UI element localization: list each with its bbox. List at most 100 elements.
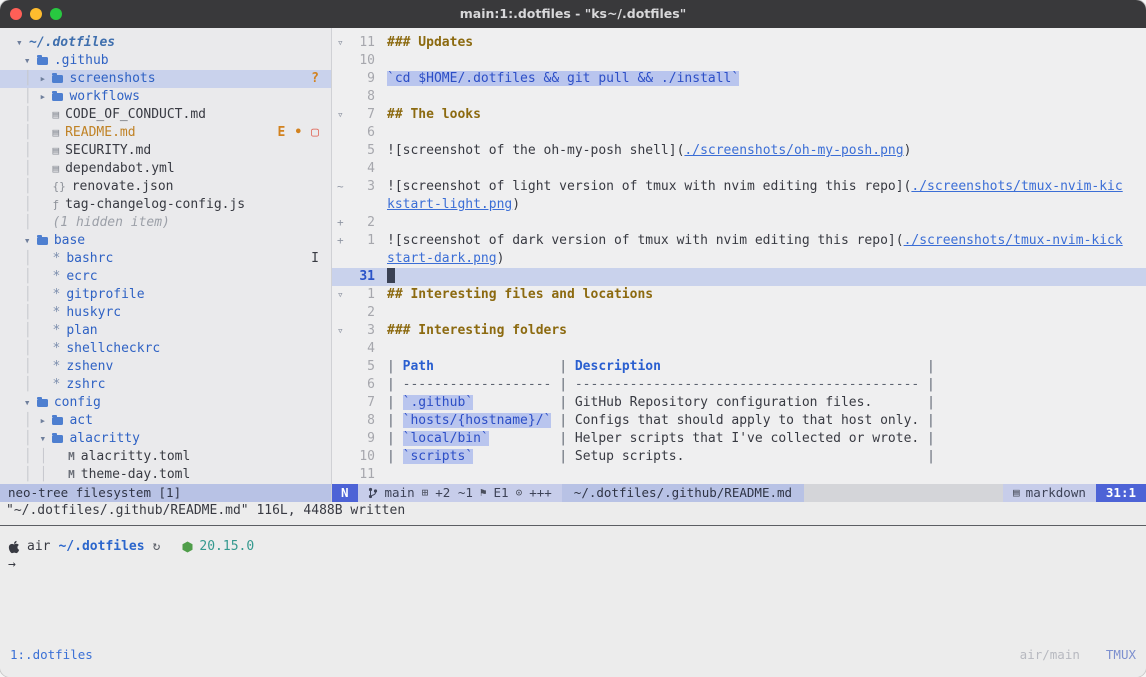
tree-item-dotfiles[interactable]: ▾~/.dotfiles: [0, 34, 331, 52]
line-number: 9: [349, 70, 375, 88]
link-text[interactable]: ./screenshots/tmux-nvim-kic: [911, 179, 1122, 194]
tmux-window-item[interactable]: 1:.dotfiles: [10, 646, 93, 664]
expander-closed-icon[interactable]: ▸: [39, 70, 52, 88]
editor-lines[interactable]: ▿11### Updates 10 9`cd $HOME/.dotfiles &…: [332, 28, 1146, 484]
editor-line[interactable]: 9`cd $HOME/.dotfiles && git pull && ./in…: [332, 70, 1146, 88]
expander-closed-icon[interactable]: ▸: [39, 88, 52, 106]
doc-file-icon: ▤: [52, 106, 59, 124]
tree-item-gitprofile[interactable]: │ *gitprofile: [0, 286, 331, 304]
fold-column: [332, 196, 349, 214]
editor-line[interactable]: +1![screenshot of dark version of tmux w…: [332, 232, 1146, 250]
close-button[interactable]: [10, 8, 22, 20]
tree-item-alacritty-toml[interactable]: │ │ Malacritty.toml: [0, 448, 331, 466]
fold-marker-icon[interactable]: ~: [332, 178, 349, 196]
fold-marker-icon[interactable]: ▿: [332, 286, 349, 304]
fold-marker-icon[interactable]: +: [332, 214, 349, 232]
link-text[interactable]: ./screenshots/tmux-nvim-kick: [904, 233, 1123, 248]
minimize-button[interactable]: [30, 8, 42, 20]
shell-area[interactable]: air ~/.dotfiles ↻ 20.15.0 →: [0, 526, 1146, 574]
statusline-filler: [804, 484, 1003, 502]
tree-item-github[interactable]: ▾.github: [0, 52, 331, 70]
editor-line[interactable]: start-dark.png): [332, 250, 1146, 268]
editor-line[interactable]: 5![screenshot of the oh-my-posh shell](.…: [332, 142, 1146, 160]
line-number: 2: [349, 214, 375, 232]
expander-open-icon[interactable]: ▾: [16, 34, 29, 52]
editor-line[interactable]: 4: [332, 160, 1146, 178]
window-controls: [0, 8, 62, 20]
tree-item-config[interactable]: ▾config: [0, 394, 331, 412]
tree-item-ecrc[interactable]: │ *ecrc: [0, 268, 331, 286]
fold-marker-icon[interactable]: ▿: [332, 106, 349, 124]
editor-line[interactable]: ▿7## The looks: [332, 106, 1146, 124]
tree-item-label: README.md: [65, 124, 135, 142]
editor-line[interactable]: 11: [332, 466, 1146, 484]
tree-item-screenshots[interactable]: │ ▸screenshots?: [0, 70, 331, 88]
editor-line[interactable]: +2: [332, 214, 1146, 232]
tree-item-shellcheckrc[interactable]: │ *shellcheckrc: [0, 340, 331, 358]
tree-item-huskyrc[interactable]: │ *huskyrc: [0, 304, 331, 322]
editor-line[interactable]: 10: [332, 52, 1146, 70]
diagnostics-icon: ⚑: [480, 484, 487, 502]
tree-item-renovate-json[interactable]: │ {}renovate.json: [0, 178, 331, 196]
editor-line[interactable]: 8: [332, 88, 1146, 106]
editor-line[interactable]: 31: [332, 268, 1146, 286]
titlebar: main:1:.dotfiles - "ks~/.dotfiles": [0, 0, 1146, 28]
tree-item-zshenv[interactable]: │ *zshenv: [0, 358, 331, 376]
text-segment: [473, 449, 551, 464]
editor-line[interactable]: ▿3### Interesting folders: [332, 322, 1146, 340]
tree-item-bashrc[interactable]: │ *bashrcI: [0, 250, 331, 268]
editor-line[interactable]: ▿1## Interesting files and locations: [332, 286, 1146, 304]
fold-marker-icon[interactable]: ▿: [332, 34, 349, 52]
tree-item-workflows[interactable]: │ ▸workflows: [0, 88, 331, 106]
expander-open-icon[interactable]: ▾: [39, 430, 52, 448]
text-segment: |: [551, 431, 574, 446]
fold-marker-icon[interactable]: ▿: [332, 322, 349, 340]
link-text[interactable]: kstart-light.png: [387, 197, 512, 212]
link-text[interactable]: ./screenshots/oh-my-posh.png: [684, 143, 903, 158]
indent-guide: │: [16, 268, 39, 286]
git-diff: +2 ~1: [435, 484, 473, 502]
zoom-button[interactable]: [50, 8, 62, 20]
link-text[interactable]: start-dark.png: [387, 251, 497, 266]
editor-line[interactable]: 4: [332, 340, 1146, 358]
editor-line[interactable]: 2: [332, 304, 1146, 322]
tree-item-1-hidden-item[interactable]: │ (1 hidden item): [0, 214, 331, 232]
tree-item-theme-day-toml[interactable]: │ │ Mtheme-day.toml: [0, 466, 331, 484]
editor-line[interactable]: 7| `.github` | GitHub Repository configu…: [332, 394, 1146, 412]
expander-open-icon[interactable]: ▾: [24, 394, 37, 412]
star-file-icon: *: [52, 304, 60, 322]
line-number: 7: [349, 106, 375, 124]
tree-item-act[interactable]: │ ▸act: [0, 412, 331, 430]
tree-item-zshrc[interactable]: │ *zshrc: [0, 376, 331, 394]
file-tree: ▾~/.dotfiles ▾.github │ ▸screenshots? │ …: [0, 28, 331, 484]
tree-item-dependabot-yml[interactable]: │ ▤dependabot.yml: [0, 160, 331, 178]
editor-line[interactable]: kstart-light.png): [332, 196, 1146, 214]
shell-input-line[interactable]: →: [8, 556, 1138, 574]
tree-item-label: (1 hidden item): [52, 214, 169, 232]
editor-line[interactable]: ~3![screenshot of light version of tmux …: [332, 178, 1146, 196]
tree-item-tag-changelog-config-js[interactable]: │ ƒtag-changelog-config.js: [0, 196, 331, 214]
expander-open-icon[interactable]: ▾: [24, 232, 37, 250]
editor-line[interactable]: ▿11### Updates: [332, 34, 1146, 52]
editor-line[interactable]: 8| `hosts/{hostname}/` | Configs that sh…: [332, 412, 1146, 430]
toml-file-icon: M: [68, 466, 75, 484]
line-text: | `local/bin` | Helper scripts that I've…: [387, 430, 1146, 448]
tree-item-base[interactable]: ▾base: [0, 232, 331, 250]
indent-guide: │: [16, 178, 39, 196]
fold-marker-icon[interactable]: +: [332, 232, 349, 250]
editor-line[interactable]: 10| `scripts` | Setup scripts. |: [332, 448, 1146, 466]
tree-item-readme-md[interactable]: │ ▤README.mdE•▢: [0, 124, 331, 142]
mode-indicator: N: [332, 484, 358, 502]
indent-guide: │: [16, 304, 39, 322]
tree-item-code-of-conduct-md[interactable]: │ ▤CODE_OF_CONDUCT.md: [0, 106, 331, 124]
expander-open-icon[interactable]: ▾: [24, 52, 37, 70]
editor-line[interactable]: 6| ------------------- | ---------------…: [332, 376, 1146, 394]
editor-line[interactable]: 6: [332, 124, 1146, 142]
editor-line[interactable]: 9| `local/bin` | Helper scripts that I'v…: [332, 430, 1146, 448]
tree-item-plan[interactable]: │ *plan: [0, 322, 331, 340]
tree-item-security-md[interactable]: │ ▤SECURITY.md: [0, 142, 331, 160]
status-badge: •: [294, 124, 302, 142]
expander-closed-icon[interactable]: ▸: [39, 412, 52, 430]
tree-item-alacritty[interactable]: │ ▾alacritty: [0, 430, 331, 448]
editor-line[interactable]: 5| Path | Description |: [332, 358, 1146, 376]
